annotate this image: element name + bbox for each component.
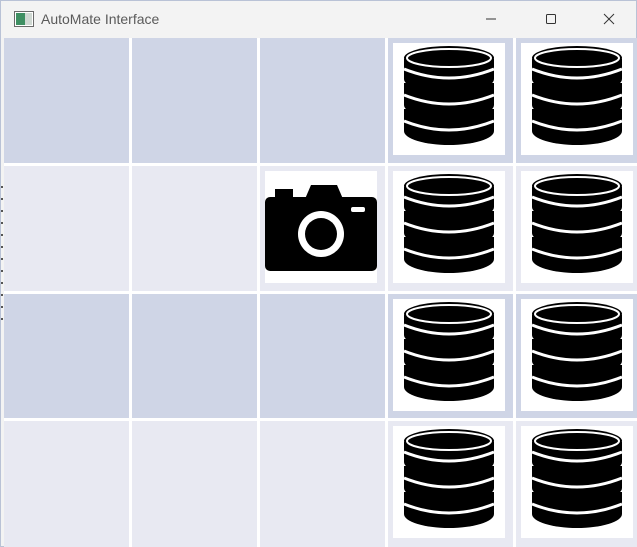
- database-tile[interactable]: [393, 43, 505, 155]
- database-icon: [531, 46, 623, 145]
- grid-cell[interactable]: [516, 294, 637, 418]
- grid-cell[interactable]: [4, 294, 129, 418]
- grid-cell[interactable]: [260, 166, 385, 291]
- grid-cell[interactable]: [132, 421, 257, 547]
- grid-cell[interactable]: [516, 166, 637, 291]
- app-window-icon: [14, 11, 34, 27]
- icon-grid: [4, 38, 637, 547]
- grid-cell[interactable]: [388, 294, 513, 418]
- grid-cell[interactable]: [132, 38, 257, 163]
- grid-cell[interactable]: [4, 421, 129, 547]
- maximize-button[interactable]: [528, 1, 574, 38]
- grid-cell[interactable]: [516, 421, 637, 547]
- database-tile[interactable]: [521, 426, 633, 538]
- database-icon: [531, 174, 623, 273]
- grid-cell[interactable]: [260, 421, 385, 547]
- minimize-button[interactable]: [468, 1, 514, 38]
- grid-cell[interactable]: [4, 38, 129, 163]
- grid-cell[interactable]: [388, 421, 513, 547]
- database-tile[interactable]: [393, 171, 505, 283]
- grid-cell[interactable]: [516, 38, 637, 163]
- database-icon: [403, 429, 495, 528]
- database-icon: [403, 46, 495, 145]
- camera-icon: [265, 185, 377, 271]
- database-tile[interactable]: [393, 299, 505, 411]
- database-tile[interactable]: [393, 426, 505, 538]
- maximize-icon: [546, 14, 556, 24]
- grid-cell[interactable]: [260, 294, 385, 418]
- database-tile[interactable]: [521, 171, 633, 283]
- database-icon: [531, 302, 623, 401]
- title-bar[interactable]: AutoMate Interface: [1, 1, 636, 38]
- window-title: AutoMate Interface: [41, 11, 160, 27]
- grid-cell[interactable]: [388, 38, 513, 163]
- database-icon: [403, 302, 495, 401]
- database-tile[interactable]: [521, 299, 633, 411]
- grid-cell[interactable]: [388, 166, 513, 291]
- minimize-icon: [486, 18, 496, 20]
- grid-cell[interactable]: [4, 166, 129, 291]
- database-icon: [403, 174, 495, 273]
- grid-cell[interactable]: [260, 38, 385, 163]
- resize-edge-marks: [1, 186, 3, 320]
- grid-cell[interactable]: [132, 166, 257, 291]
- camera-tile[interactable]: [265, 171, 377, 283]
- close-button[interactable]: [586, 1, 632, 38]
- app-window: AutoMate Interface: [0, 0, 637, 547]
- database-tile[interactable]: [521, 43, 633, 155]
- database-icon: [531, 429, 623, 528]
- close-icon: [603, 13, 615, 25]
- grid-cell[interactable]: [132, 294, 257, 418]
